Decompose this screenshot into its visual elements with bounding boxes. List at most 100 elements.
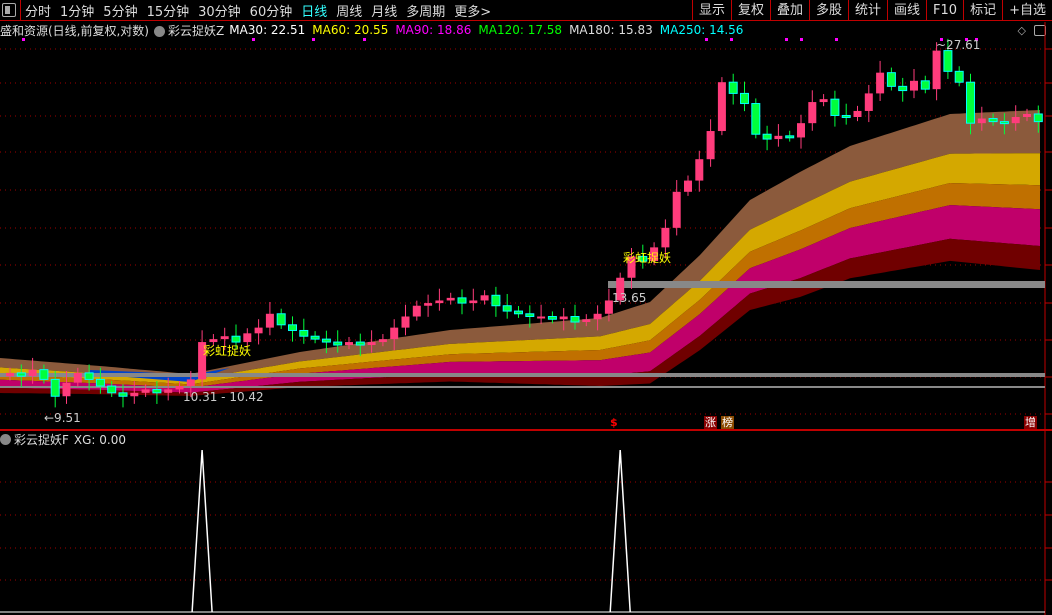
candle-body: [220, 336, 229, 340]
candle-body: [728, 81, 738, 94]
candle-body: [457, 297, 467, 304]
candle-body: [864, 93, 873, 111]
candle-body: [62, 382, 71, 397]
candle-body: [390, 327, 399, 340]
candle-body: [808, 102, 817, 124]
candle-body: [751, 103, 761, 135]
candle-body: [717, 82, 726, 132]
candle-body: [910, 80, 918, 91]
lower-legend: 彩云捉妖F XG: 0.00: [0, 431, 126, 448]
candle-body: [785, 135, 795, 139]
candle-body: [1023, 113, 1031, 118]
candle-body: [321, 338, 331, 343]
lower-indicator-name[interactable]: 彩云捉妖F: [14, 431, 69, 448]
candle-body: [1033, 113, 1043, 123]
candle-body: [175, 386, 184, 390]
candle-body: [186, 379, 195, 387]
candle-body: [920, 80, 930, 90]
candle-body: [401, 316, 410, 328]
candle-body: [84, 372, 94, 380]
high-price-label: ~27.61: [936, 38, 981, 52]
range-label: 10.31 - 10.42: [183, 390, 264, 404]
candle-body: [853, 110, 862, 118]
candle-body: [28, 369, 37, 377]
signal-dot: [800, 38, 803, 41]
candle-body: [424, 303, 433, 306]
candle-body: [570, 316, 580, 323]
lower-indicator-value: XG: 0.00: [73, 432, 127, 447]
candle-body: [164, 389, 173, 393]
level-label: 13.65: [612, 291, 647, 305]
signal-dot: [22, 38, 25, 41]
candle-body: [593, 313, 602, 320]
candle-body: [276, 313, 286, 326]
signal-dot: [730, 38, 733, 41]
signal-dot: [312, 38, 315, 41]
signal-dot: [705, 38, 708, 41]
candle-body: [254, 327, 263, 334]
candle-body: [446, 297, 455, 301]
candle-body: [1011, 117, 1020, 124]
candle-body: [514, 310, 523, 315]
marker-zhang[interactable]: 涨: [704, 416, 717, 429]
candle-body: [966, 81, 975, 124]
low-price-label: ←9.51: [44, 411, 81, 425]
candle-body: [661, 227, 670, 248]
candle-body: [841, 114, 851, 118]
candle-body: [988, 118, 998, 123]
candle-body: [367, 342, 376, 346]
signal-label: 彩虹捉妖: [623, 251, 672, 265]
candle-body: [412, 305, 421, 317]
signal-dot: [363, 38, 366, 41]
candle-body: [469, 300, 478, 304]
candle-body: [537, 316, 546, 319]
candle-body: [299, 329, 309, 337]
candle-body: [107, 385, 117, 394]
candle-body: [582, 319, 591, 323]
indicator-dropdown-icon[interactable]: [0, 434, 11, 445]
candle-body: [310, 335, 320, 340]
candle-body: [898, 85, 908, 92]
candle-body: [141, 389, 150, 393]
candle-body: [118, 392, 128, 397]
marker-s[interactable]: $: [609, 416, 619, 429]
signal-dot: [252, 38, 255, 41]
signal-dot: [835, 38, 838, 41]
candle-body: [886, 72, 896, 87]
candle-body: [50, 378, 60, 397]
candle-body: [480, 295, 489, 301]
candle-body: [559, 316, 568, 320]
candle-body: [672, 191, 681, 228]
candle-body: [706, 131, 715, 160]
candle-body: [977, 118, 986, 124]
candle-body: [797, 123, 805, 138]
candle-body: [6, 372, 14, 377]
support-line: [608, 281, 1045, 288]
candle-body: [943, 50, 953, 72]
price-chart[interactable]: [0, 0, 1052, 615]
candle-body: [265, 313, 274, 328]
candle-body: [345, 342, 353, 346]
candle-body: [243, 333, 252, 343]
candle-body: [435, 300, 444, 304]
support-line: [0, 373, 1045, 377]
candle-body: [740, 92, 749, 105]
candle-body: [525, 313, 535, 318]
marker-zeng[interactable]: 增: [1024, 416, 1037, 429]
candle-body: [547, 316, 557, 320]
candle-body: [932, 50, 941, 90]
candle-body: [355, 341, 365, 346]
candle-body: [954, 70, 964, 83]
candle-body: [819, 99, 828, 103]
marker-bang[interactable]: 榜: [721, 416, 734, 429]
ma-band: [0, 205, 1040, 393]
xg-signal-spike: [191, 449, 213, 613]
candle-body: [73, 372, 82, 383]
candle-body: [39, 369, 49, 380]
candle-body: [684, 180, 692, 192]
candle-body: [378, 339, 387, 343]
candle-body: [491, 294, 501, 307]
candle-body: [695, 159, 704, 181]
xg-signal-spike: [609, 449, 631, 613]
candle-body: [288, 324, 297, 331]
